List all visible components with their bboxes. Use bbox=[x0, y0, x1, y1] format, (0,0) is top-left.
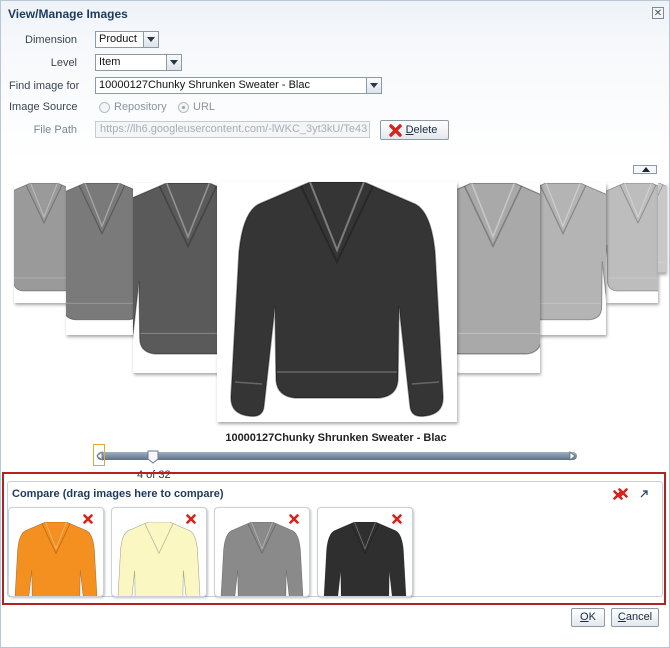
carousel-card-5[interactable] bbox=[456, 183, 540, 373]
level-value: Item bbox=[99, 56, 121, 68]
dimension-label: Dimension bbox=[25, 34, 77, 46]
remove-icon[interactable] bbox=[186, 514, 196, 524]
dimension-select[interactable]: Product bbox=[95, 31, 159, 48]
close-icon[interactable]: ✕ bbox=[652, 7, 664, 19]
slider-focus-ring bbox=[93, 444, 105, 466]
dimension-value: Product bbox=[99, 33, 137, 45]
chevron-down-icon[interactable] bbox=[143, 32, 158, 47]
remove-icon[interactable] bbox=[83, 514, 93, 524]
carousel-card-7[interactable] bbox=[606, 183, 658, 303]
cancel-button[interactable]: Cancel bbox=[611, 608, 659, 627]
carousel-card-current[interactable] bbox=[217, 182, 457, 422]
delete-icon bbox=[389, 124, 402, 137]
carousel-card-3[interactable] bbox=[133, 183, 225, 373]
find-image-select[interactable]: 10000127Chunky Shrunken Sweater - Blac bbox=[95, 77, 382, 94]
radio-repository[interactable] bbox=[99, 102, 110, 113]
image-source-label: Image Source bbox=[9, 101, 78, 113]
compare-item-4[interactable] bbox=[317, 507, 413, 597]
find-image-value: 10000127Chunky Shrunken Sweater - Blac bbox=[99, 79, 310, 91]
file-path-label: File Path bbox=[33, 124, 77, 136]
carousel-card-1[interactable] bbox=[14, 183, 74, 303]
chevron-down-icon[interactable] bbox=[366, 78, 381, 93]
compare-item-1[interactable] bbox=[8, 507, 104, 597]
collapse-toggle[interactable] bbox=[633, 165, 657, 174]
remove-icon[interactable] bbox=[289, 514, 299, 524]
ok-button[interactable]: OK bbox=[571, 608, 605, 627]
radio-url-label: URL bbox=[193, 101, 216, 113]
compare-title: Compare (drag images here to compare) bbox=[12, 488, 224, 500]
carousel-card-8[interactable] bbox=[658, 183, 666, 273]
chevron-up-icon bbox=[642, 167, 650, 172]
dialog-title: View/Manage Images bbox=[8, 7, 128, 21]
detach-icon[interactable] bbox=[639, 489, 649, 499]
find-image-label: Find image for bbox=[9, 80, 80, 92]
radio-url[interactable] bbox=[178, 102, 189, 113]
compare-item-3[interactable] bbox=[214, 507, 310, 597]
level-label: Level bbox=[50, 57, 77, 69]
delete-button[interactable]: Delete bbox=[380, 120, 449, 140]
slider-right-arrow-icon[interactable] bbox=[569, 450, 577, 462]
remove-icon[interactable] bbox=[392, 514, 402, 524]
level-select[interactable]: Item bbox=[95, 54, 182, 71]
radio-repository-label: Repository bbox=[114, 101, 167, 113]
compare-item-2[interactable] bbox=[111, 507, 207, 597]
carousel-card-6[interactable] bbox=[539, 183, 606, 335]
view-manage-images-dialog: View/Manage Images ✕ Dimension Product L… bbox=[0, 0, 670, 648]
remove-all-icon[interactable] bbox=[613, 488, 628, 501]
chevron-down-icon[interactable] bbox=[166, 55, 181, 70]
carousel-slider-track[interactable] bbox=[97, 452, 577, 460]
slider-thumb[interactable] bbox=[147, 450, 159, 464]
file-path-input: https://lh6.googleusercontent.com/-lWKC_… bbox=[95, 121, 370, 138]
current-image-caption: 10000127Chunky Shrunken Sweater - Blac bbox=[225, 432, 447, 444]
